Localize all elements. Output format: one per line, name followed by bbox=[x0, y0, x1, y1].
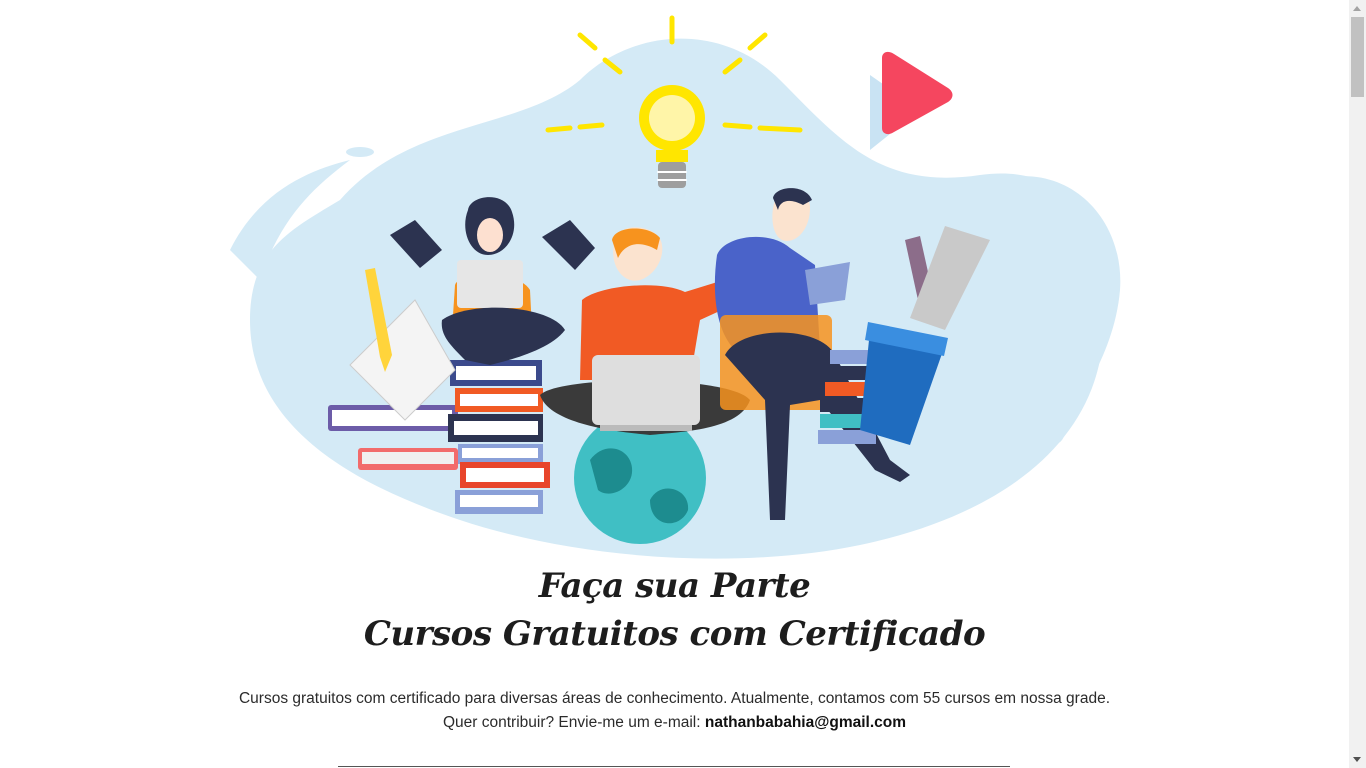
intro-text: Cursos gratuitos com certificado para di… bbox=[238, 690, 1110, 707]
page-heading-line1: Faça sua Parte bbox=[538, 566, 811, 606]
scrollbar-thumb[interactable] bbox=[1351, 17, 1364, 97]
contact-text: Quer contribuir? Envie-me um e-mail: nat… bbox=[0, 714, 1349, 732]
page-heading-line2: Cursos Gratuitos com Certificado bbox=[363, 614, 986, 654]
scroll-down-arrow-icon[interactable] bbox=[1349, 751, 1366, 768]
page: Faça sua Parte Cursos Gratuitos com Cert… bbox=[0, 0, 1349, 768]
vertical-scrollbar[interactable] bbox=[1349, 0, 1366, 768]
scroll-up-arrow-icon[interactable] bbox=[1349, 0, 1366, 17]
contact-email[interactable]: nathanbabahia@gmail.com bbox=[705, 714, 906, 731]
students-studying-illustration bbox=[230, 15, 1121, 559]
section-divider bbox=[338, 766, 1010, 767]
contact-prefix: Quer contribuir? Envie-me um e-mail: bbox=[442, 714, 705, 731]
play-icon bbox=[870, 51, 953, 150]
